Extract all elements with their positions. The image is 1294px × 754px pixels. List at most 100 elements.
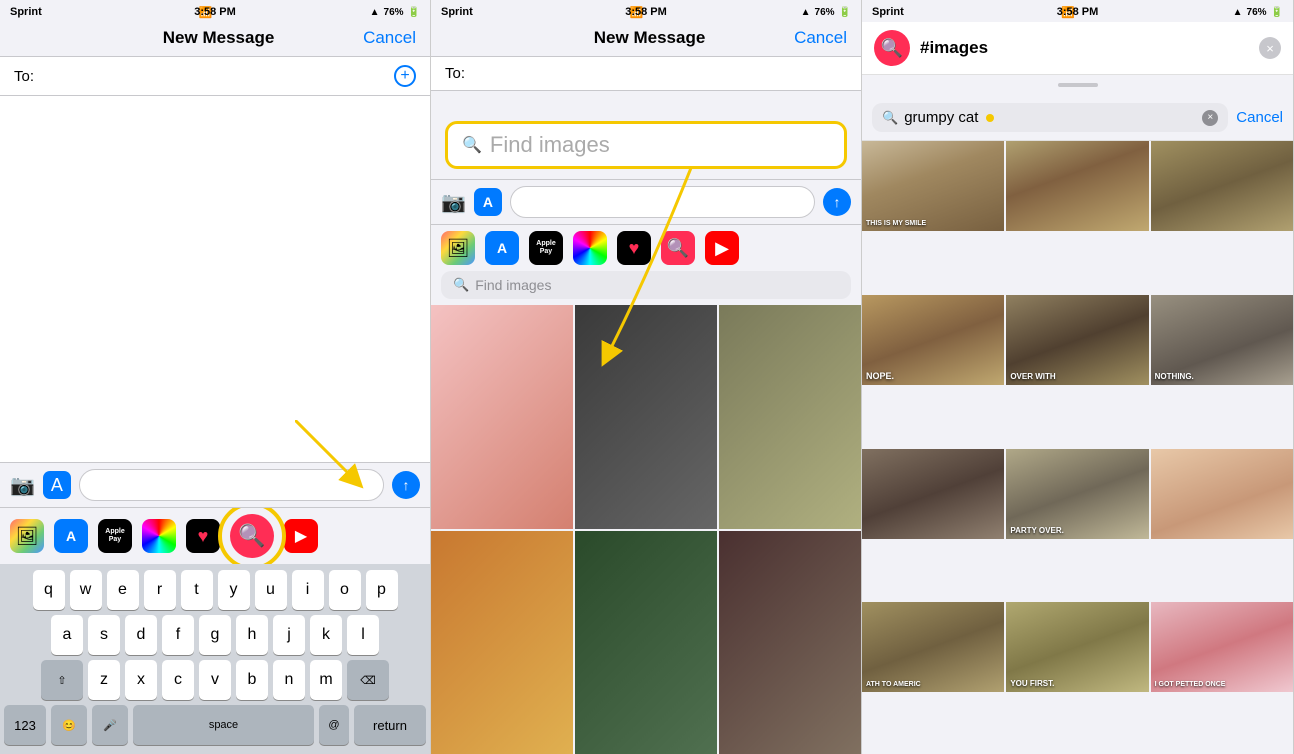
- key-backspace[interactable]: ⌫: [347, 660, 389, 700]
- photos-app-icon-1[interactable]: 🖼: [10, 519, 44, 553]
- cancel-button-2[interactable]: Cancel: [794, 28, 847, 48]
- cat-cell-12[interactable]: I GOT PETTED ONCE: [1151, 602, 1293, 692]
- scroll-indicator-wrapper: [862, 75, 1293, 95]
- key-v[interactable]: v: [199, 660, 231, 700]
- key-o[interactable]: o: [329, 570, 361, 610]
- key-mic[interactable]: 🎤: [92, 705, 128, 745]
- battery-1: 76%: [384, 7, 404, 18]
- key-shift[interactable]: ⇧: [41, 660, 83, 700]
- cat-cell-11[interactable]: YOU FIRST.: [1006, 602, 1148, 692]
- cat-cell-4[interactable]: NOPE.: [862, 295, 1004, 385]
- key-u[interactable]: u: [255, 570, 287, 610]
- search-clear-button-3[interactable]: ×: [1202, 110, 1218, 126]
- key-d[interactable]: d: [125, 615, 157, 655]
- cat-cell-1[interactable]: THIS IS MY SMILE: [862, 141, 1004, 231]
- cat-cell-2[interactable]: [1006, 141, 1148, 231]
- gif-cell-1[interactable]: [431, 305, 573, 529]
- key-m[interactable]: m: [310, 660, 342, 700]
- cat-cell-6[interactable]: NOTHING.: [1151, 295, 1293, 385]
- youtube-app-icon-2[interactable]: ▶: [705, 231, 739, 265]
- nav-title-1: New Message: [163, 28, 275, 48]
- key-z[interactable]: z: [88, 660, 120, 700]
- key-w[interactable]: w: [70, 570, 102, 610]
- gif-cell-3[interactable]: [719, 305, 861, 529]
- appstore-app-icon-2[interactable]: A: [485, 231, 519, 265]
- key-h[interactable]: h: [236, 615, 268, 655]
- cat-cell-8[interactable]: PARTY OVER.: [1006, 449, 1148, 539]
- send-icon-2: ↑: [834, 194, 841, 210]
- key-b[interactable]: b: [236, 660, 268, 700]
- cat-cell-baby[interactable]: [1151, 449, 1293, 539]
- gif-cell-2[interactable]: [575, 305, 717, 529]
- gif-cell-6[interactable]: [719, 531, 861, 754]
- key-g[interactable]: g: [199, 615, 231, 655]
- message-input-2[interactable]: [510, 186, 815, 218]
- status-bar-3: Sprint 📶 3:58 PM ▲ 76% 🔋: [862, 0, 1293, 22]
- key-r[interactable]: r: [144, 570, 176, 610]
- key-n[interactable]: n: [273, 660, 305, 700]
- color-app-icon-2[interactable]: [573, 231, 607, 265]
- find-images-small-text: Find images: [475, 277, 551, 293]
- key-emoji[interactable]: 😊: [51, 705, 87, 745]
- camera-icon-1[interactable]: 📷: [10, 473, 35, 498]
- globe-search-app-icon-1[interactable]: 🔍: [230, 514, 274, 558]
- appstore-icon-2[interactable]: A: [474, 188, 502, 216]
- key-row-z: ⇧ z x c v b n m ⌫: [4, 660, 426, 700]
- cancel-button-1[interactable]: Cancel: [363, 28, 416, 48]
- send-button-1[interactable]: ↑: [392, 471, 420, 499]
- youtube-app-icon-1[interactable]: ▶: [284, 519, 318, 553]
- key-y[interactable]: y: [218, 570, 250, 610]
- key-x[interactable]: x: [125, 660, 157, 700]
- right-icons-2: ▲ 76% 🔋: [801, 7, 851, 18]
- key-e[interactable]: e: [107, 570, 139, 610]
- heart-app-icon-2[interactable]: ♥: [617, 231, 651, 265]
- gif-cell-4[interactable]: [431, 531, 573, 754]
- panel-2: Sprint 📶 3:58 PM ▲ 76% 🔋 New Message Can…: [431, 0, 862, 754]
- photos-app-icon-2[interactable]: 🖼: [441, 231, 475, 265]
- key-j[interactable]: j: [273, 615, 305, 655]
- panel3-cancel-button[interactable]: Cancel: [1236, 109, 1283, 126]
- globe-search-app-icon-2[interactable]: 🔍: [661, 231, 695, 265]
- to-input-1[interactable]: [40, 68, 394, 85]
- key-a[interactable]: a: [51, 615, 83, 655]
- add-recipient-button-1[interactable]: +: [394, 65, 416, 87]
- message-input-1[interactable]: [79, 469, 384, 501]
- find-images-large-search[interactable]: 🔍 Find images: [445, 121, 847, 169]
- cat-cell-5[interactable]: OVER WITH: [1006, 295, 1148, 385]
- cat-cell-7[interactable]: [862, 449, 1004, 539]
- applepay-app-icon-1[interactable]: ApplePay: [98, 519, 132, 553]
- gif-cell-5[interactable]: [575, 531, 717, 754]
- panel3-close-button[interactable]: ×: [1259, 37, 1281, 59]
- key-i[interactable]: i: [292, 570, 324, 610]
- color-app-icon-1[interactable]: [142, 519, 176, 553]
- search-icon-large: 🔍: [462, 135, 482, 155]
- key-c[interactable]: c: [162, 660, 194, 700]
- panel3-content: THIS IS MY SMILE NOPE. OVER WITH: [862, 141, 1293, 754]
- key-f[interactable]: f: [162, 615, 194, 655]
- key-return[interactable]: return: [354, 705, 426, 745]
- send-button-2[interactable]: ↑: [823, 188, 851, 216]
- key-space[interactable]: space: [133, 705, 314, 745]
- key-k[interactable]: k: [310, 615, 342, 655]
- send-icon-1: ↑: [403, 477, 410, 493]
- appstore-icon-1[interactable]: A: [43, 471, 71, 499]
- key-l[interactable]: l: [347, 615, 379, 655]
- key-q[interactable]: q: [33, 570, 65, 610]
- heart-app-icon-1[interactable]: ♥: [186, 519, 220, 553]
- applepay-app-icon-2[interactable]: ApplePay: [529, 231, 563, 265]
- key-s[interactable]: s: [88, 615, 120, 655]
- key-123[interactable]: 123: [4, 705, 46, 745]
- appstore-app-icon-1[interactable]: A: [54, 519, 88, 553]
- globe-search-inner-icon-1: 🔍: [238, 523, 265, 549]
- camera-icon-2[interactable]: 📷: [441, 190, 466, 215]
- cat-cell-10[interactable]: ATH TO AMERIC: [862, 602, 1004, 692]
- find-images-small-bar[interactable]: 🔍 Find images: [441, 271, 851, 299]
- to-input-2[interactable]: [471, 65, 847, 82]
- search-field-3[interactable]: 🔍 grumpy cat ×: [872, 103, 1228, 132]
- cat-cell-3[interactable]: [1151, 141, 1293, 231]
- battery-icon-1: 🔋: [408, 7, 420, 18]
- key-t[interactable]: t: [181, 570, 213, 610]
- key-at[interactable]: @: [319, 705, 349, 745]
- app-strip-2: 🖼 A ApplePay ♥ 🔍 ▶: [431, 224, 861, 271]
- key-p[interactable]: p: [366, 570, 398, 610]
